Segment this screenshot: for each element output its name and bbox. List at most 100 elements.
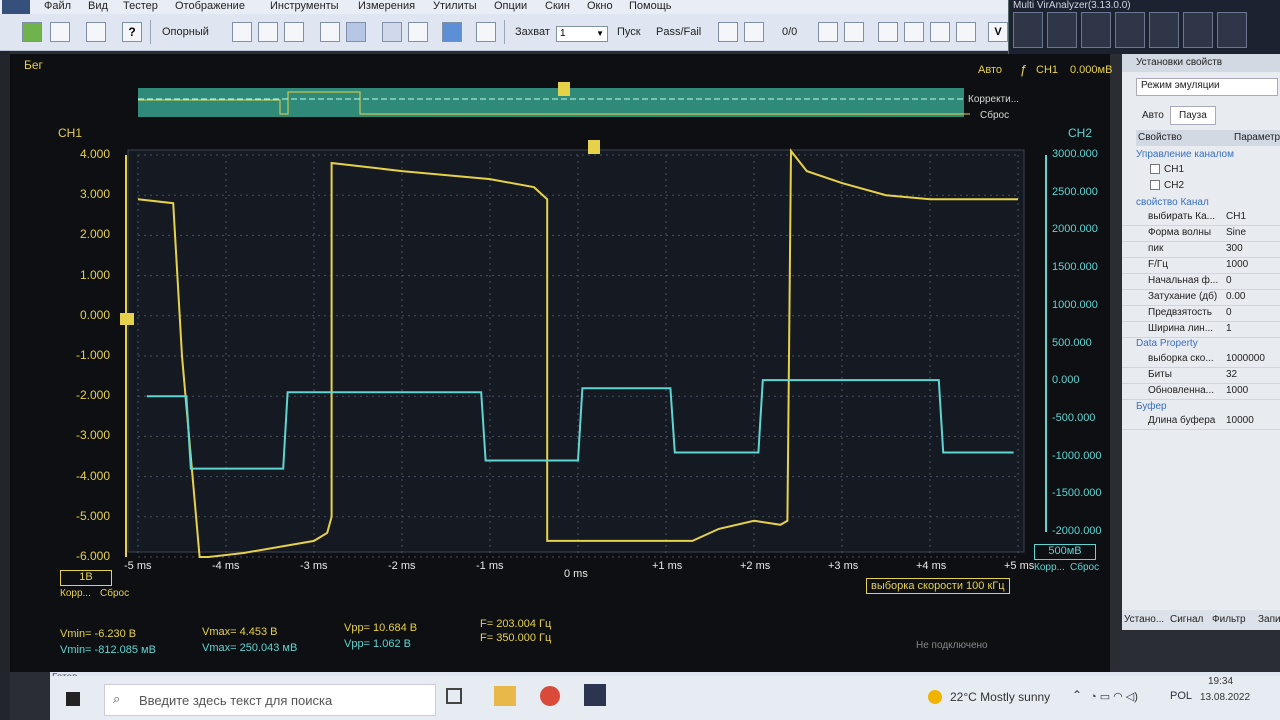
ch1-scale[interactable]: 1В bbox=[60, 570, 112, 586]
menu-view[interactable]: Вид bbox=[88, 0, 108, 12]
group-buffer[interactable]: Буфер bbox=[1136, 401, 1167, 412]
layout4-icon[interactable] bbox=[956, 22, 976, 42]
chrome-icon[interactable] bbox=[540, 686, 560, 706]
menu-tools[interactable]: Инструменты bbox=[270, 0, 339, 12]
property-row[interactable]: пик 300 bbox=[1122, 242, 1280, 258]
pulse-icon[interactable] bbox=[1217, 12, 1247, 48]
layout1-icon[interactable] bbox=[878, 22, 898, 42]
menu-display[interactable]: Отображение bbox=[175, 0, 245, 12]
menu-measurements[interactable]: Измерения bbox=[358, 0, 415, 12]
explorer-icon[interactable] bbox=[494, 686, 516, 706]
tray-up-icon[interactable]: ⌃ bbox=[1072, 688, 1082, 702]
stop-icon[interactable] bbox=[408, 22, 428, 42]
property-value[interactable]: 0 bbox=[1226, 275, 1232, 286]
first-frame-icon[interactable] bbox=[718, 22, 738, 42]
property-row[interactable]: Ширина лин... 1 bbox=[1122, 322, 1280, 338]
layout3-icon[interactable] bbox=[930, 22, 950, 42]
save-icon[interactable] bbox=[50, 22, 70, 42]
menu-tester[interactable]: Тестер bbox=[123, 0, 158, 12]
settings-icon[interactable] bbox=[232, 22, 252, 42]
menu-window[interactable]: Окно bbox=[587, 0, 613, 12]
tray-icons[interactable]: ◔ ▭ ◠ ◁) bbox=[1090, 690, 1138, 703]
overview-strip[interactable] bbox=[138, 88, 964, 117]
task-view-icon[interactable] bbox=[446, 688, 462, 704]
capture-select[interactable]: 1 ▼ bbox=[556, 26, 608, 42]
property-row[interactable]: Предвзятость 0 bbox=[1122, 306, 1280, 322]
ch1-checkbox[interactable] bbox=[1150, 164, 1160, 174]
ch1-offset-marker[interactable] bbox=[120, 313, 134, 325]
start-button[interactable]: Пуск bbox=[617, 26, 641, 38]
property-value[interactable]: 1000000 bbox=[1226, 353, 1265, 364]
grid-icon[interactable] bbox=[284, 22, 304, 42]
weather-text[interactable]: 22°C Mostly sunny bbox=[950, 690, 1050, 704]
v-icon[interactable]: V bbox=[988, 22, 1008, 42]
property-row[interactable]: выбирать Ка... CH1 bbox=[1122, 210, 1280, 226]
ch1-reset-button[interactable]: Сброс bbox=[100, 588, 129, 599]
line-icon[interactable] bbox=[382, 22, 402, 42]
overview-label-reset[interactable]: Сброс bbox=[980, 110, 1009, 121]
prev-frame-icon[interactable] bbox=[744, 22, 764, 42]
logic-icon[interactable] bbox=[1115, 12, 1145, 48]
analyzer-icon[interactable] bbox=[1149, 12, 1179, 48]
overview-label-correct[interactable]: Корректи... bbox=[968, 94, 1019, 105]
print-icon[interactable] bbox=[476, 22, 496, 42]
property-row[interactable]: Длина буфера 10000 bbox=[1122, 414, 1280, 430]
group-channel-control[interactable]: Управление каналом bbox=[1136, 149, 1234, 160]
mode-select[interactable]: Режим эмуляции bbox=[1136, 78, 1278, 96]
property-value[interactable]: Sine bbox=[1226, 227, 1246, 238]
property-row[interactable]: Форма волны Sine bbox=[1122, 226, 1280, 242]
spectrum-icon[interactable] bbox=[1081, 12, 1111, 48]
tab-signal[interactable]: Сигнал bbox=[1170, 614, 1203, 625]
ch2-checkbox[interactable] bbox=[1150, 180, 1160, 190]
clock-date[interactable]: 13.08.2022 bbox=[1200, 692, 1250, 703]
ch1-correct-button[interactable]: Корр... bbox=[60, 588, 91, 599]
property-row[interactable]: Затухание (дб) 0.00 bbox=[1122, 290, 1280, 306]
oscilloscope-icon[interactable] bbox=[1013, 12, 1043, 48]
ch2-correct-button[interactable]: Корр... bbox=[1034, 562, 1065, 573]
property-value[interactable]: 10000 bbox=[1226, 415, 1254, 426]
tab-filter[interactable]: Фильтр bbox=[1212, 614, 1246, 625]
tab-pause[interactable]: Пауза bbox=[1170, 106, 1216, 125]
color-icon[interactable] bbox=[442, 22, 462, 42]
last-frame-icon[interactable] bbox=[844, 22, 864, 42]
trigger-marker[interactable] bbox=[588, 140, 600, 154]
property-value[interactable]: 300 bbox=[1226, 243, 1243, 254]
language-indicator[interactable]: POL bbox=[1170, 690, 1192, 702]
windows-start-icon[interactable] bbox=[66, 692, 80, 706]
ch2-reset-button[interactable]: Сброс bbox=[1070, 562, 1099, 573]
property-row[interactable]: F/Гц 1000 bbox=[1122, 258, 1280, 274]
layout2-icon[interactable] bbox=[904, 22, 924, 42]
recorder-icon[interactable] bbox=[1183, 12, 1213, 48]
next-frame-icon[interactable] bbox=[818, 22, 838, 42]
property-value[interactable]: 0.00 bbox=[1226, 291, 1245, 302]
tab-settings[interactable]: Устано... bbox=[1124, 614, 1164, 625]
property-value[interactable]: 1000 bbox=[1226, 385, 1248, 396]
tools-icon[interactable] bbox=[86, 22, 106, 42]
tab-record[interactable]: Запи bbox=[1258, 614, 1280, 625]
property-value[interactable]: 1000 bbox=[1226, 259, 1248, 270]
trigger-mode[interactable]: Авто bbox=[978, 64, 1002, 76]
zoom-icon[interactable] bbox=[346, 22, 366, 42]
ch2-scale[interactable]: 500мВ bbox=[1034, 544, 1096, 560]
menu-utilities[interactable]: Утилиты bbox=[433, 0, 477, 12]
group-channel-props[interactable]: свойство Канал bbox=[1136, 197, 1209, 208]
menu-help[interactable]: Помощь bbox=[629, 0, 672, 12]
trigger-channel[interactable]: CH1 bbox=[1036, 64, 1058, 76]
layout-icon[interactable] bbox=[258, 22, 278, 42]
menu-file[interactable]: Файл bbox=[44, 0, 71, 12]
property-value[interactable]: CH1 bbox=[1226, 211, 1246, 222]
passfail-button[interactable]: Pass/Fail bbox=[656, 26, 701, 38]
group-data-property[interactable]: Data Property bbox=[1136, 338, 1198, 349]
property-value[interactable]: 0 bbox=[1226, 307, 1232, 318]
generator-icon[interactable] bbox=[1047, 12, 1077, 48]
menu-options[interactable]: Опции bbox=[494, 0, 527, 12]
help-icon[interactable]: ? bbox=[122, 22, 142, 42]
cursor-icon[interactable] bbox=[320, 22, 340, 42]
analyzer-app-icon[interactable] bbox=[584, 684, 606, 706]
menu-skin[interactable]: Скин bbox=[545, 0, 570, 12]
property-row[interactable]: Начальная ф... 0 bbox=[1122, 274, 1280, 290]
search-box[interactable]: ⌕ Введите здесь текст для поиска bbox=[104, 684, 436, 716]
tab-auto[interactable]: Авто bbox=[1142, 110, 1164, 121]
trigger-mode-button[interactable]: Опорный bbox=[162, 26, 209, 38]
clock-time[interactable]: 19:34 bbox=[1208, 676, 1233, 687]
